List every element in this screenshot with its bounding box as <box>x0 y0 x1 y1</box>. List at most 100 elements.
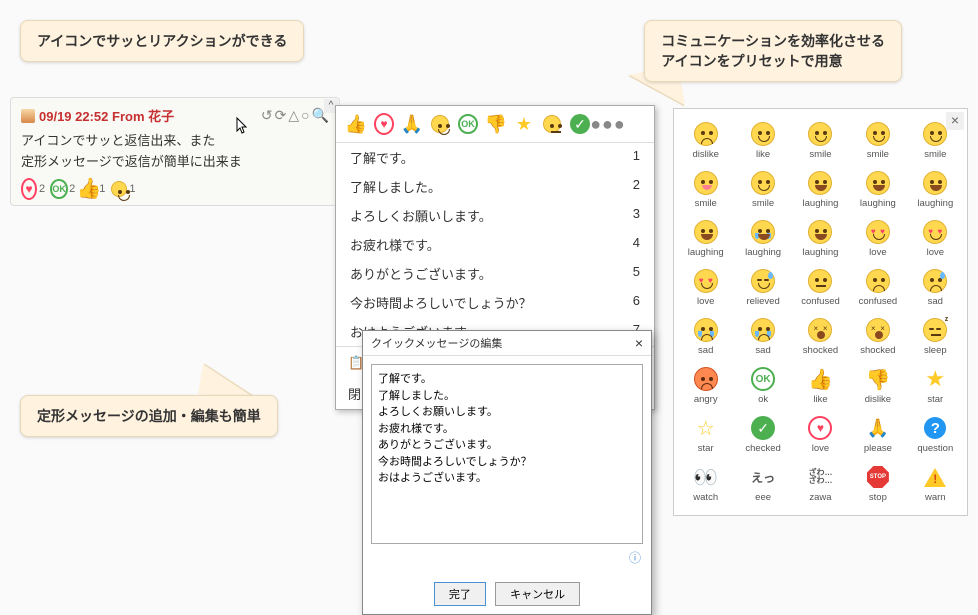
edit-quick-message-dialog: クイックメッセージの編集 × ⓘ 完了 キャンセル <box>362 330 652 615</box>
emoji-label: confused <box>850 296 905 307</box>
emoji-laughing[interactable]: laughing <box>850 168 905 211</box>
emoji-face-icon: 🙏 <box>865 415 891 441</box>
quick-message-item[interactable]: 了解です。 1 <box>336 143 654 172</box>
emoji-face-icon <box>807 121 833 147</box>
avatar <box>21 109 35 123</box>
emoji-love[interactable]: ♥♥love <box>678 266 733 309</box>
emoji-laughing[interactable]: laughing <box>678 217 733 260</box>
reaction-thumb[interactable]: 👍1 <box>81 181 105 197</box>
quick-message-list: 了解です。 1 了解しました。2よろしくお願いします。3お疲れ様です。4ありがとうご… <box>336 142 654 346</box>
quick-item-number: 5 <box>633 264 640 283</box>
emoji-watch[interactable]: 👀watch <box>678 462 733 505</box>
message-body: アイコンでサッと返信出来、また 定形メッセージで返信が簡単に出来ま <box>21 131 329 173</box>
emoji-laughing[interactable]: laughing <box>735 217 790 260</box>
emoji-label: shocked <box>793 345 848 356</box>
emoji-sleep[interactable]: sleep <box>908 315 963 358</box>
emoji-smile2[interactable] <box>542 114 562 134</box>
emoji-question[interactable]: ?question <box>908 413 963 456</box>
emoji-label: love <box>850 247 905 258</box>
emoji-label: sad <box>678 345 733 356</box>
emoji-angry[interactable]: angry <box>678 364 733 407</box>
quick-item-number: 1 <box>633 148 640 167</box>
emoji-star[interactable]: ★star <box>908 364 963 407</box>
emoji-smile[interactable]: smile <box>793 119 848 162</box>
emoji-ok[interactable]: OKok <box>735 364 790 407</box>
emoji-label: relieved <box>735 296 790 307</box>
emoji-more[interactable]: ●●● <box>598 114 618 134</box>
emoji-love[interactable]: ♥♥ love <box>850 217 905 260</box>
cancel-button[interactable]: キャンセル <box>495 582 580 606</box>
emoji-like[interactable]: like <box>735 119 790 162</box>
emoji-face-icon <box>807 170 833 196</box>
callout-preset: コミュニケーションを効率化させる アイコンをプリセットで用意 <box>644 20 902 82</box>
emoji-label: eee <box>735 492 790 503</box>
emoji-panel-close[interactable]: × <box>946 112 964 130</box>
emoji-laughing[interactable]: laughing <box>793 217 848 260</box>
action-icon-1[interactable]: ⟳ <box>275 107 287 124</box>
emoji-like[interactable]: 👍like <box>793 364 848 407</box>
emoji-thumb-up[interactable]: 👍 <box>346 114 366 134</box>
emoji-face-icon <box>750 268 776 294</box>
emoji-shocked[interactable]: ×shocked <box>850 315 905 358</box>
emoji-label: love <box>908 247 963 258</box>
emoji-smile[interactable]: smile <box>678 168 733 211</box>
emoji-check[interactable]: ✓ <box>570 114 590 134</box>
emoji-label: laughing <box>908 198 963 209</box>
emoji-face-icon: ♥♥ <box>922 219 948 245</box>
quick-message-item[interactable]: 了解しました。2 <box>336 172 654 201</box>
help-icon[interactable]: ⓘ <box>371 547 643 566</box>
reaction-ok[interactable]: OK2 <box>51 181 75 197</box>
emoji-face-icon <box>807 268 833 294</box>
emoji-pray[interactable]: 🙏 <box>402 114 422 134</box>
emoji-smile[interactable]: smile <box>850 119 905 162</box>
emoji-checked[interactable]: ✓checked <box>735 413 790 456</box>
emoji-face-icon <box>750 317 776 343</box>
quick-message-item[interactable]: 今お時間よろしいでしょうか？6 <box>336 288 654 317</box>
emoji-sad[interactable]: sad <box>735 315 790 358</box>
reaction-heart[interactable]: ♥2 <box>21 181 45 197</box>
emoji-love[interactable]: ♥love <box>793 413 848 456</box>
quick-message-textarea[interactable] <box>371 364 643 544</box>
emoji-face-icon: ♥♥ <box>865 219 891 245</box>
emoji-love[interactable]: ♥♥ love <box>908 217 963 260</box>
emoji-dislike[interactable]: dislike <box>678 119 733 162</box>
ok-button[interactable]: 完了 <box>434 582 486 606</box>
action-icon-2[interactable]: △ <box>288 107 299 124</box>
quick-item-text: 了解しました。 <box>350 177 441 196</box>
emoji-confused[interactable]: confused <box>793 266 848 309</box>
emoji-smile[interactable]: smile <box>735 168 790 211</box>
emoji-sad[interactable]: sad <box>908 266 963 309</box>
emoji-face-icon <box>865 170 891 196</box>
emoji-star[interactable]: ☆star <box>678 413 733 456</box>
emoji-heart[interactable]: ♥ <box>374 114 394 134</box>
quick-message-item[interactable]: お疲れ様です。4 <box>336 230 654 259</box>
emoji-label: question <box>908 443 963 454</box>
emoji-dislike[interactable]: 👍dislike <box>850 364 905 407</box>
quick-message-item[interactable]: ありがとうございます。5 <box>336 259 654 288</box>
emoji-face-icon: 👍 <box>865 366 891 392</box>
quick-message-item[interactable]: よろしくお願いします。3 <box>336 201 654 230</box>
emoji-confused[interactable]: confused <box>850 266 905 309</box>
emoji-stop[interactable]: STOPstop <box>850 462 905 505</box>
emoji-relieved[interactable]: relieved <box>735 266 790 309</box>
emoji-thumb-down[interactable]: 👍 <box>486 114 506 134</box>
reply-icon[interactable]: ↺ <box>261 107 273 124</box>
emoji-eee[interactable]: えっeee <box>735 462 790 505</box>
emoji-star[interactable]: ★ <box>514 114 534 134</box>
quick-item-text: 了解です。 <box>350 148 414 167</box>
emoji-ok[interactable]: OK <box>458 114 478 134</box>
quick-emoji-row: 👍 ♥ 🙏 OK 👍 ★ ✓ ●●● <box>336 106 654 142</box>
emoji-face-icon <box>750 121 776 147</box>
dialog-close-button[interactable]: × <box>635 335 643 351</box>
reaction-smile[interactable]: 1 <box>111 181 135 197</box>
emoji-please[interactable]: 🙏please <box>850 413 905 456</box>
emoji-zawa[interactable]: ざわ… ざわ…zawa <box>793 462 848 505</box>
emoji-laughing[interactable]: laughing <box>908 168 963 211</box>
action-icon-3[interactable]: ○ <box>301 107 309 124</box>
emoji-shocked[interactable]: ×shocked <box>793 315 848 358</box>
emoji-laughing[interactable]: laughing <box>793 168 848 211</box>
emoji-sad[interactable]: sad <box>678 315 733 358</box>
emoji-label: smile <box>793 149 848 160</box>
emoji-smile[interactable] <box>430 114 450 134</box>
emoji-warn[interactable]: warn <box>908 462 963 505</box>
